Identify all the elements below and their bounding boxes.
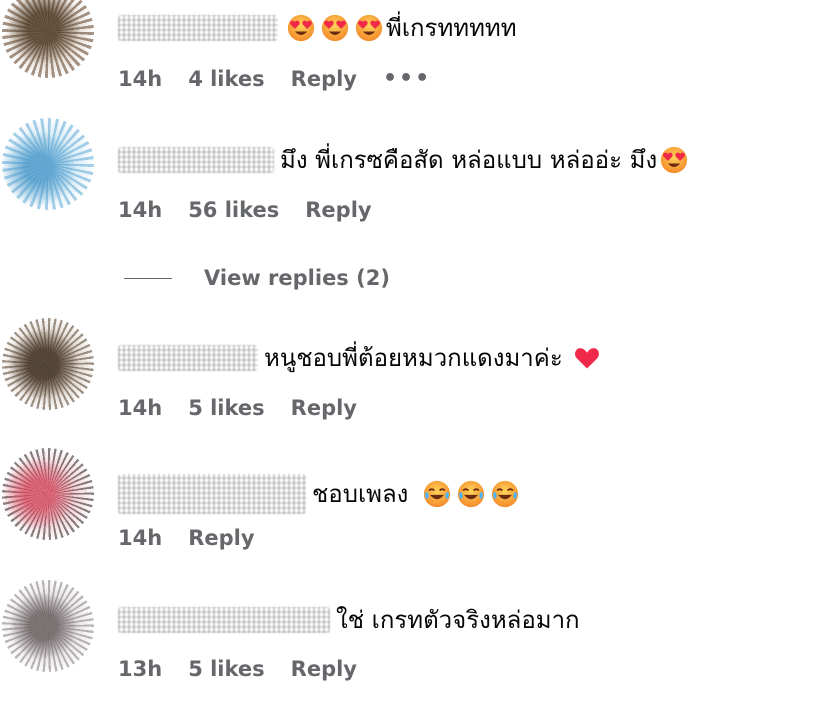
reply-button[interactable]: Reply [291, 67, 357, 91]
comment-text: ชอบเพลง [312, 480, 409, 508]
comment-body: ชอบเพลง [118, 474, 522, 514]
laughing-tears-emoji-icon [491, 480, 519, 508]
avatar[interactable] [2, 580, 94, 672]
laughing-tears-emoji-icon [457, 480, 485, 508]
reply-button[interactable]: Reply [291, 396, 357, 420]
comment-time[interactable]: 14h [118, 526, 162, 550]
heart-eyes-emoji-icon [660, 146, 688, 174]
view-replies-link[interactable]: View replies (2) [124, 266, 390, 290]
comment-body: หนูชอบพี่ต้อยหมวกแดงมาค่ะ [118, 342, 604, 374]
likes-count[interactable]: 4 likes [188, 67, 264, 91]
comment-meta: 14h 5 likes Reply [118, 396, 383, 420]
comment-body: มึง พี่เกรซคือสัด หล่อแบบ หล่ออ่ะ มึง [118, 144, 691, 176]
commenter-name-redacted[interactable] [118, 345, 258, 371]
heart-eyes-emoji-icon [321, 14, 349, 42]
comment-text: ใช่ เกรทตัวจริงหล่อมาก [336, 606, 580, 634]
divider [124, 277, 172, 279]
comment-text: มึง พี่เกรซคือสัด หล่อแบบ หล่ออ่ะ มึง [280, 146, 658, 174]
more-options-icon[interactable]: ••• [383, 66, 431, 91]
avatar[interactable] [2, 0, 94, 78]
likes-count[interactable]: 5 likes [188, 657, 264, 681]
likes-count[interactable]: 56 likes [188, 198, 279, 222]
reply-button[interactable]: Reply [305, 198, 371, 222]
view-replies-label[interactable]: View replies (2) [204, 266, 390, 290]
laughing-tears-emoji-icon [423, 480, 451, 508]
comment-time[interactable]: 13h [118, 657, 162, 681]
comment-time[interactable]: 14h [118, 67, 162, 91]
commenter-name-redacted[interactable] [118, 15, 278, 41]
comment-body: ใช่ เกรทตัวจริงหล่อมาก [118, 604, 580, 636]
heart-eyes-emoji-icon [355, 14, 383, 42]
comment-body: พี่เกรททททท [118, 12, 517, 44]
commenter-name-redacted[interactable] [118, 607, 330, 633]
comment-meta: 14h 56 likes Reply [118, 198, 398, 222]
comment-time[interactable]: 14h [118, 198, 162, 222]
comment-meta: 14h 4 likes Reply ••• [118, 66, 457, 91]
commenter-name-redacted[interactable] [118, 147, 274, 173]
avatar[interactable] [2, 318, 94, 410]
heart-eyes-emoji-icon [287, 14, 315, 42]
comment-text: พี่เกรททททท [386, 14, 517, 42]
comment-text: หนูชอบพี่ต้อยหมวกแดงมาค่ะ [264, 344, 563, 372]
commenter-name-redacted[interactable] [118, 474, 306, 514]
comment-time[interactable]: 14h [118, 396, 162, 420]
comment-meta: 13h 5 likes Reply [118, 657, 383, 681]
avatar[interactable] [2, 118, 94, 210]
reply-button[interactable]: Reply [291, 657, 357, 681]
red-heart-icon [573, 344, 601, 372]
comment-meta: 14h Reply [118, 526, 281, 550]
likes-count[interactable]: 5 likes [188, 396, 264, 420]
avatar[interactable] [2, 448, 94, 540]
reply-button[interactable]: Reply [188, 526, 254, 550]
